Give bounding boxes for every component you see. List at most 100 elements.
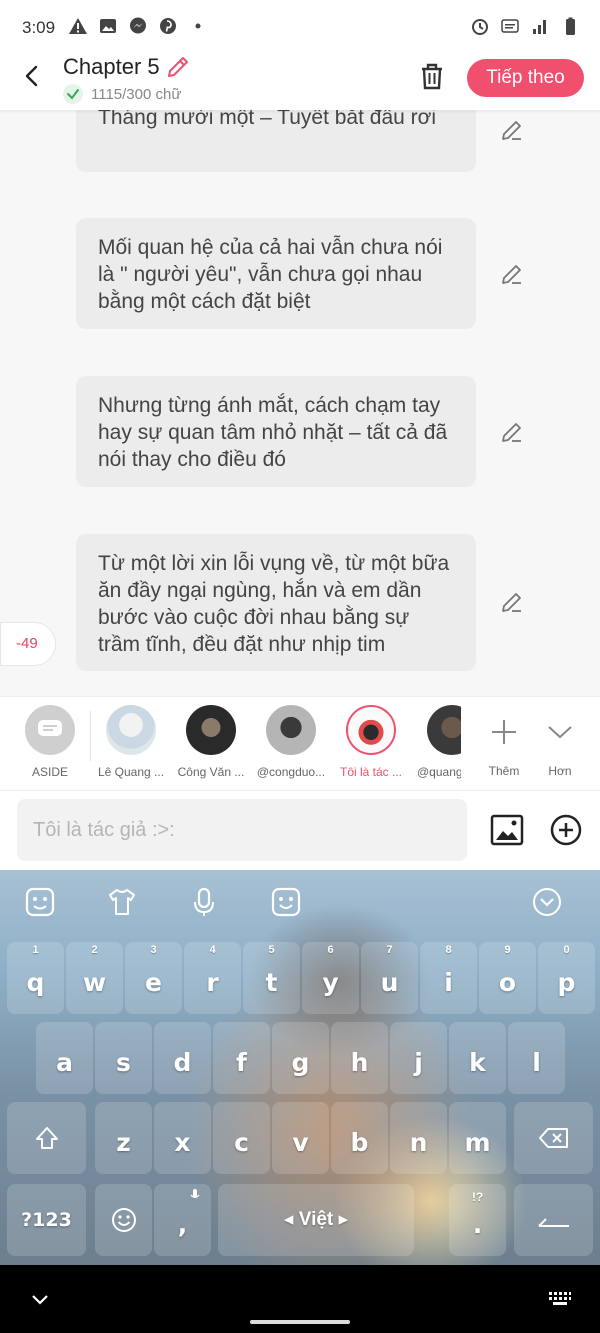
edit-paragraph-icon[interactable] [500,262,524,286]
volte-icon [501,19,519,33]
key-z[interactable]: z [95,1102,152,1174]
emoji-key[interactable] [95,1184,152,1256]
edit-paragraph-icon[interactable] [500,118,524,142]
edit-paragraph-icon[interactable] [500,420,524,444]
image-notification-icon [100,19,116,33]
editor-header: Chapter 5 1115/300 chữ Tiếp theo [0,48,600,110]
status-time: 3:09 [22,18,56,37]
word-count: 1115/300 chữ [63,84,181,104]
key-h[interactable]: h [331,1022,388,1094]
key-p[interactable]: 0p [538,942,595,1014]
character-item[interactable]: Công Văn ... [171,705,251,779]
alarm-icon [472,19,488,35]
paragraph-bubble[interactable]: Nhưng từng ánh mắt, cách chạm tay hay sự… [76,376,476,487]
warning-icon [69,18,87,34]
sticker-icon[interactable] [24,886,56,918]
home-handle[interactable] [250,1320,350,1324]
space-key[interactable]: ◂ Việt ▸ [218,1184,414,1256]
key-m[interactable]: m [449,1102,506,1174]
next-button[interactable]: Tiếp theo [467,59,584,97]
key-s[interactable]: s [95,1022,152,1094]
collapse-keyboard-icon[interactable] [531,886,563,918]
character-item[interactable]: Lê Quang ... [91,705,171,779]
word-diff-counter[interactable]: -49 [0,622,56,666]
key-n[interactable]: n [390,1102,447,1174]
more-button[interactable]: Hơn [532,705,588,778]
enter-key[interactable] [514,1184,593,1256]
shift-key[interactable] [7,1102,86,1174]
pinterest-icon [160,18,176,34]
key-b[interactable]: b [331,1102,388,1174]
key-w[interactable]: 2w [66,942,123,1014]
space-left-arrow: ◂ [283,1209,299,1230]
key-c[interactable]: c [213,1102,270,1174]
edit-title-icon[interactable] [165,54,191,80]
key-d[interactable]: d [154,1022,211,1094]
space-label: Việt [298,1209,334,1230]
paragraph-bubble[interactable]: Tháng mười một – Tuyết bắt đầu rơi [76,110,476,172]
theme-shirt-icon[interactable] [106,886,138,918]
keyboard-switch-icon[interactable] [548,1289,572,1309]
avatar [106,705,156,755]
key-y[interactable]: 6y [302,942,359,1014]
symbols-key[interactable]: ?123 [7,1184,86,1256]
image-icon[interactable] [490,813,524,847]
chapter-content[interactable]: Tháng mười một – Tuyết bắt đầu rơi Mối q… [0,110,600,696]
add-label: Thêm [488,764,520,778]
avatar [266,705,316,755]
key-g[interactable]: g [272,1022,329,1094]
shift-icon [35,1127,58,1149]
character-name: @congduo... [256,765,326,779]
character-name: @quang... [417,765,461,779]
character-item[interactable]: @congduo... [251,705,331,779]
microphone-icon[interactable] [188,886,220,918]
character-bar: ASIDE Lê Quang ... Công Văn ... @congduo… [0,696,600,790]
edit-paragraph-icon[interactable] [500,590,524,614]
key-u[interactable]: 7u [361,942,418,1014]
avatar [346,705,396,755]
trash-icon[interactable] [417,60,447,92]
enter-icon [537,1218,569,1227]
add-character-button[interactable]: Thêm [476,705,532,778]
more-label: Hơn [548,764,572,778]
soft-keyboard: 1q 2w 3e 4r 5t 6y 7u 8i 9o 0p a s d f g … [0,870,600,1265]
period-key[interactable]: !?. [449,1184,506,1256]
comma-key[interactable]: , [154,1184,211,1256]
key-r[interactable]: 4r [184,942,241,1014]
key-i[interactable]: 8i [420,942,477,1014]
key-f[interactable]: f [213,1022,270,1094]
key-k[interactable]: k [449,1022,506,1094]
key-j[interactable]: j [390,1022,447,1094]
paragraph-text: Nhưng từng ánh mắt, cách chạm tay hay sự… [98,394,448,471]
key-t[interactable]: 5t [243,942,300,1014]
back-icon[interactable] [18,62,46,90]
chevron-down-icon [548,726,572,739]
check-icon [63,84,83,104]
character-item-selected[interactable]: Tôi là tác ... [331,705,411,779]
paragraph-text: Tháng mười một – Tuyết bắt đầu rơi [98,110,437,129]
key-o[interactable]: 9o [479,942,536,1014]
key-e[interactable]: 3e [125,942,182,1014]
chapter-title[interactable]: Chapter 5 [63,54,160,80]
avatar [186,705,236,755]
key-l[interactable]: l [508,1022,565,1094]
key-v[interactable]: v [272,1102,329,1174]
key-q[interactable]: 1q [7,942,64,1014]
paragraph-bubble[interactable]: Mối quan hệ của cả hai vẫn chưa nói là "… [76,218,476,329]
character-name: Lê Quang ... [97,765,165,779]
backspace-icon [538,1128,568,1148]
paragraph-bubble[interactable]: Từ một lời xin lỗi vụng về, từ một bữa ă… [76,534,476,671]
smiley-icon [111,1208,136,1232]
hide-keyboard-icon[interactable] [30,1289,50,1309]
paragraph-input[interactable] [17,799,467,861]
key-x[interactable]: x [154,1102,211,1174]
key-a[interactable]: a [36,1022,93,1094]
add-circle-icon[interactable] [549,813,583,847]
mic-hint-icon [190,1189,200,1199]
character-item[interactable]: @quang... [411,705,461,779]
character-aside[interactable]: ASIDE [10,705,90,779]
emoji-icon[interactable] [270,886,302,918]
system-icons [470,16,580,36]
paragraph-text: Từ một lời xin lỗi vụng về, từ một bữa ă… [98,552,450,656]
backspace-key[interactable] [514,1102,593,1174]
